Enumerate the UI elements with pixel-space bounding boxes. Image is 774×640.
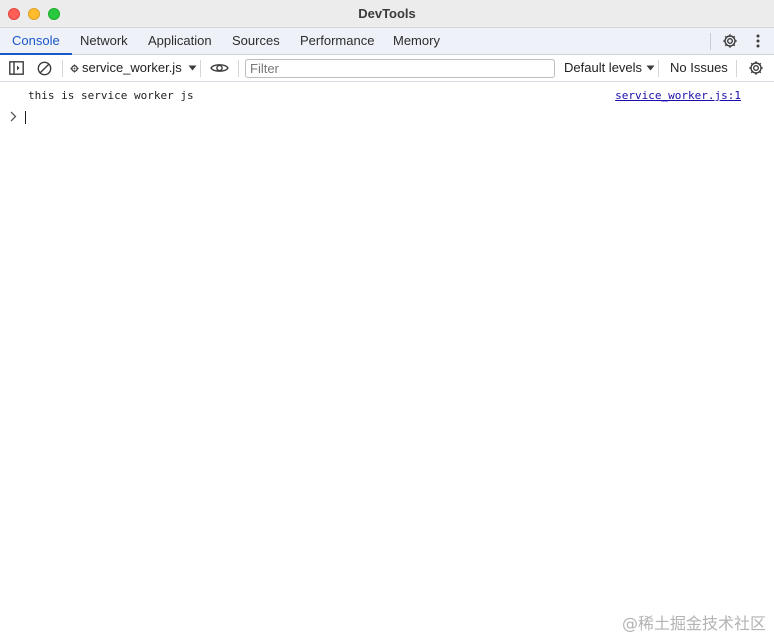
console-toolbar: service_worker.js Default levels No Issu…	[0, 55, 774, 82]
context-selector-label: service_worker.js	[82, 60, 182, 75]
gear-small-icon	[70, 63, 79, 73]
toolbar-divider	[200, 60, 201, 77]
eye-icon[interactable]	[208, 59, 230, 77]
text-caret	[25, 111, 26, 124]
clear-console-icon[interactable]	[34, 59, 54, 77]
console-prompt[interactable]	[0, 108, 774, 126]
settings-gear-icon[interactable]	[720, 32, 740, 50]
log-levels-label: Default levels	[564, 60, 643, 75]
context-selector[interactable]: service_worker.js	[70, 55, 197, 81]
kebab-menu-icon[interactable]	[750, 32, 766, 50]
tab-network[interactable]: Network	[68, 28, 140, 54]
toolbar-divider	[736, 60, 737, 77]
console-message-source-link[interactable]: service_worker.js:1	[615, 89, 741, 102]
panel-tab-bar: Console Network Application Sources Perf…	[0, 28, 774, 55]
console-message-text: this is service worker js	[28, 89, 194, 102]
tab-console[interactable]: Console	[0, 28, 72, 55]
title-bar: DevTools	[0, 0, 774, 28]
toolbar-divider	[658, 60, 659, 77]
chevron-right-icon	[10, 110, 17, 125]
tab-application[interactable]: Application	[136, 28, 224, 54]
chevron-down-icon	[188, 65, 197, 71]
tab-performance[interactable]: Performance	[288, 28, 386, 54]
tab-memory[interactable]: Memory	[381, 28, 452, 54]
console-message: this is service worker js service_worker…	[0, 87, 774, 105]
toolbar-divider	[238, 60, 239, 77]
window-title: DevTools	[358, 6, 416, 21]
chevron-down-icon	[646, 65, 655, 71]
issues-counter[interactable]: No Issues	[670, 55, 728, 81]
tabbar-divider	[710, 33, 711, 50]
log-levels-selector[interactable]: Default levels	[564, 55, 655, 81]
watermark: @稀土掘金技术社区	[621, 614, 766, 633]
console-output[interactable]: this is service worker js service_worker…	[0, 82, 774, 640]
console-settings-gear-icon[interactable]	[746, 59, 766, 77]
toolbar-divider	[62, 60, 63, 77]
filter-input[interactable]	[245, 59, 555, 78]
sidebar-toggle-icon[interactable]	[6, 59, 26, 77]
tab-sources[interactable]: Sources	[220, 28, 292, 54]
